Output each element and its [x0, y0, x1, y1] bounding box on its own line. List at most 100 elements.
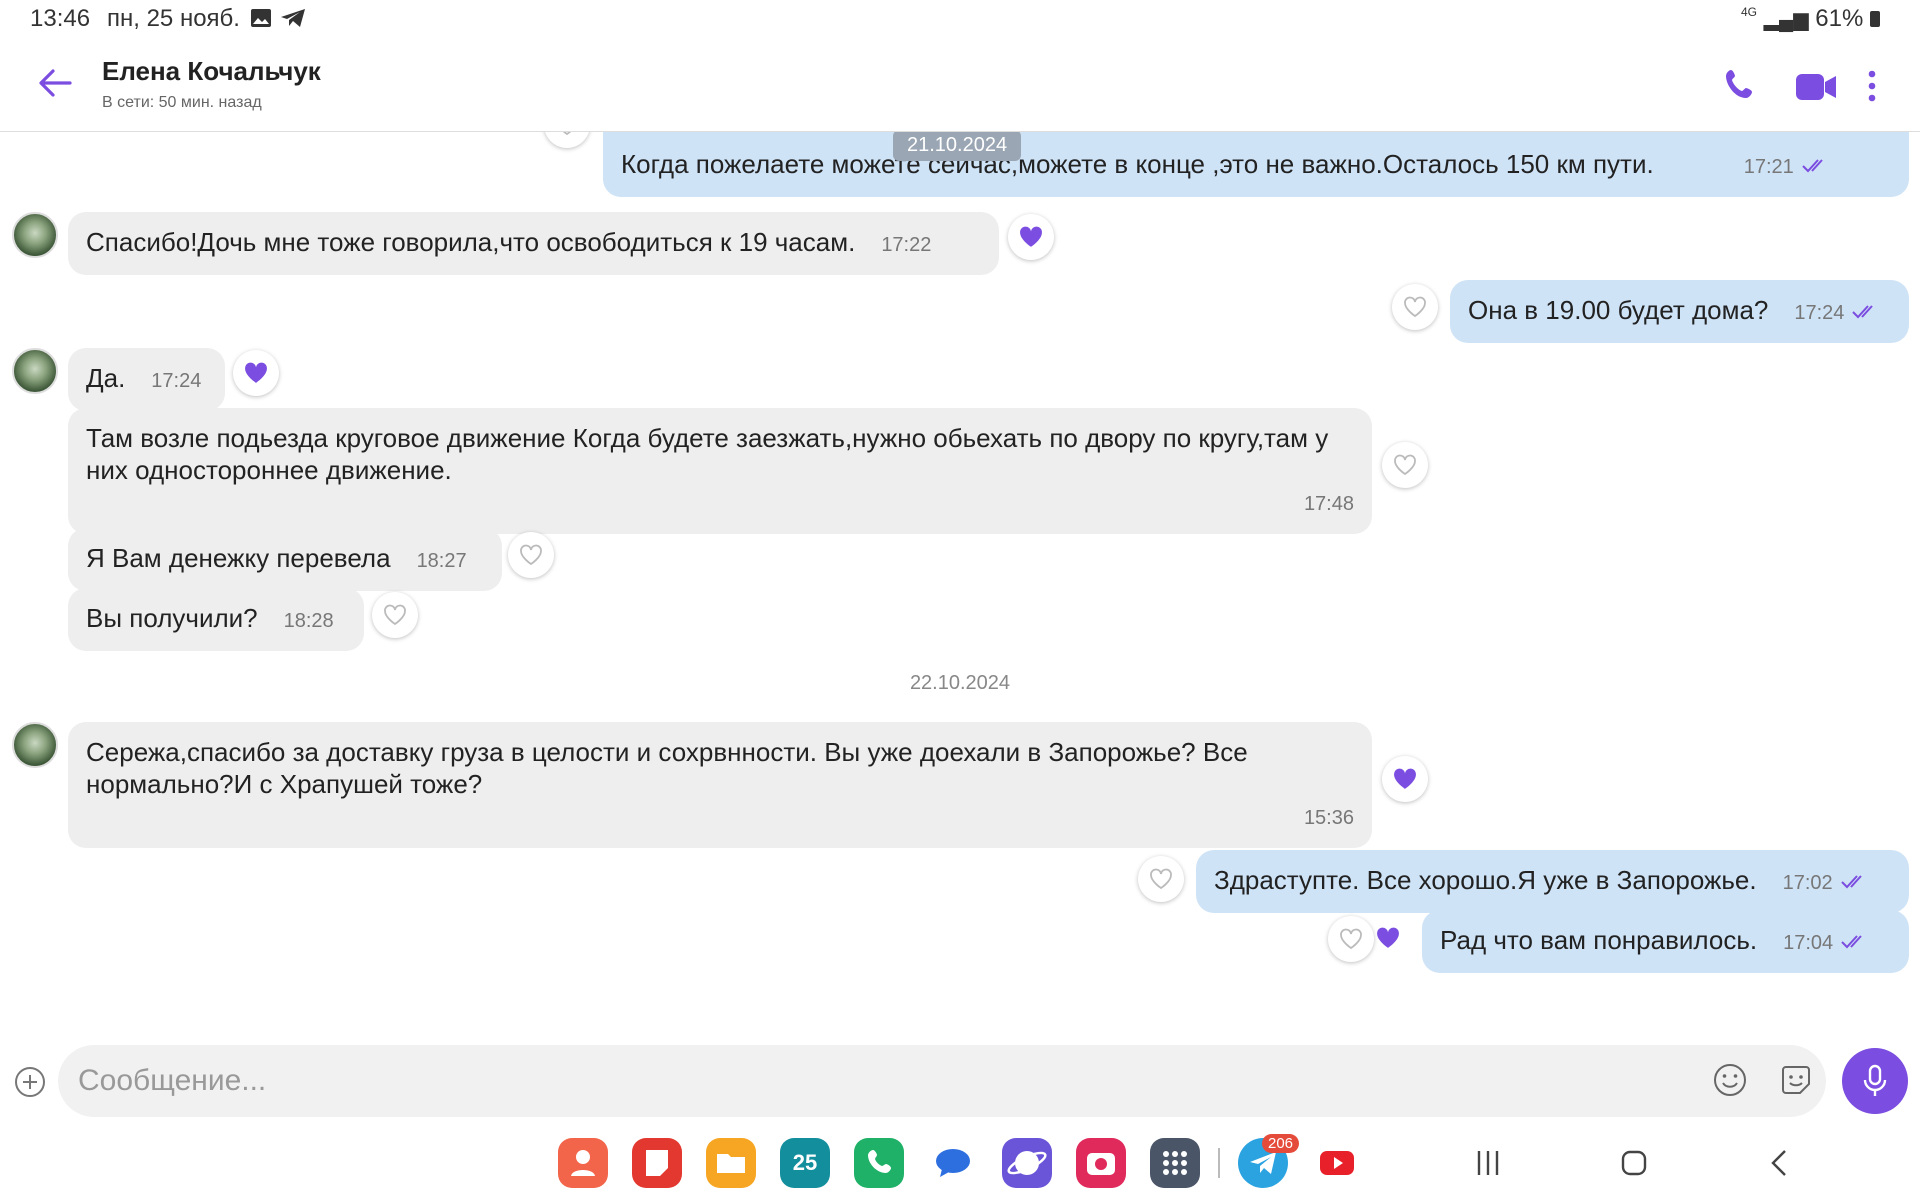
notes-app-icon[interactable]: [632, 1138, 682, 1188]
message-time: 17:04: [1783, 932, 1834, 954]
message-text: Когда пожелаете можете сейчас,можете в к…: [621, 149, 1654, 179]
message-text: Там возле подьезда круговое движение Ког…: [86, 423, 1329, 485]
phone-app-icon[interactable]: [854, 1138, 904, 1188]
contact-avatar[interactable]: [12, 212, 58, 258]
note-icon: [646, 1150, 668, 1176]
battery-icon: [1870, 11, 1880, 27]
heart-filled-icon: [1377, 927, 1399, 948]
message-time: 18:28: [283, 610, 334, 632]
message-text: Сережа,спасибо за доставку груза в целос…: [86, 737, 1248, 799]
contact-avatar[interactable]: [12, 722, 58, 768]
more-options-icon[interactable]: [1862, 66, 1882, 106]
contact-avatar[interactable]: [12, 348, 58, 394]
message-bubble-incoming[interactable]: Да. 17:24: [68, 348, 225, 411]
voice-message-button[interactable]: [1842, 1048, 1908, 1114]
like-button[interactable]: [544, 132, 590, 148]
contact-name[interactable]: Елена Кочальчук: [102, 56, 321, 87]
message-text: Рад что вам понравилось.: [1440, 925, 1758, 955]
chat-header: Елена Кочальчук В сети: 50 мин. назад: [0, 36, 1920, 132]
message-time: 17:02: [1782, 872, 1833, 894]
video-call-icon[interactable]: [1794, 66, 1838, 106]
message-time: 17:24: [151, 370, 202, 392]
like-button[interactable]: [1328, 916, 1374, 962]
contacts-app-icon[interactable]: [558, 1138, 608, 1188]
status-right: 4G ▂▄▆ 61%: [1741, 5, 1880, 33]
microphone-icon: [1863, 1064, 1887, 1096]
internet-app-icon[interactable]: [1002, 1138, 1052, 1188]
last-seen-status: В сети: 50 мин. назад: [102, 94, 262, 111]
home-icon[interactable]: [1616, 1148, 1652, 1178]
recent-apps-icon[interactable]: [1470, 1148, 1506, 1178]
add-attachment-icon[interactable]: [14, 1066, 46, 1098]
date-chip: 21.10.2024: [893, 132, 1022, 161]
message-bubble-incoming[interactable]: Я Вам денежку перевела 18:27: [68, 528, 502, 591]
network-label: 4G: [1740, 5, 1757, 19]
read-checkmark-icon: [1802, 159, 1823, 173]
like-button[interactable]: [233, 350, 279, 396]
dock-divider: [1218, 1148, 1220, 1178]
chat-bubble-icon: [936, 1149, 970, 1177]
message-time: 17:21: [1743, 156, 1794, 178]
read-checkmark-icon: [1852, 305, 1874, 319]
youtube-app-icon[interactable]: [1312, 1138, 1362, 1188]
status-bar: 13:46 пн, 25 нояб. 4G ▂▄▆ 61%: [0, 0, 1920, 36]
phone-call-icon[interactable]: [1722, 66, 1762, 106]
message-text: Вы получили?: [86, 603, 258, 633]
like-button[interactable]: [1138, 856, 1184, 902]
back-arrow-icon[interactable]: [38, 68, 72, 98]
like-button[interactable]: [1008, 214, 1054, 260]
gallery-icon: [251, 9, 271, 27]
message-bubble-incoming[interactable]: Там возле подьезда круговое движение Ког…: [68, 408, 1372, 534]
heart-outline-icon: [562, 132, 572, 136]
battery-level: 61%: [1815, 5, 1864, 32]
person-icon: [571, 1150, 595, 1176]
message-bubble-outgoing[interactable]: Здраступте. Все хорошо.Я уже в Запорожье…: [1196, 850, 1909, 913]
app-dock: 25 206: [0, 1126, 1920, 1200]
message-bubble-incoming[interactable]: Вы получили? 18:28: [68, 588, 364, 651]
heart-outline-icon: [520, 544, 542, 566]
message-bubble-outgoing[interactable]: Когда пожелаете можете сейчас,можете в к…: [603, 132, 1909, 197]
telegram-notification-icon: [281, 9, 305, 27]
message-bubble-outgoing[interactable]: Она в 19.00 будет дома? 17:24: [1450, 280, 1909, 343]
sticker-icon[interactable]: [1778, 1062, 1814, 1098]
telegram-unread-badge: 206: [1262, 1134, 1300, 1153]
like-button[interactable]: [1392, 284, 1438, 330]
status-time: 13:46: [30, 5, 91, 32]
signal-icon: ▂▄▆: [1763, 9, 1809, 31]
like-button[interactable]: [372, 592, 418, 638]
message-bubble-incoming[interactable]: Спасибо!Дочь мне тоже говорила,что освоб…: [68, 212, 999, 275]
message-bubble-incoming[interactable]: Сережа,спасибо за доставку груза в целос…: [68, 722, 1372, 848]
calendar-app-icon[interactable]: 25: [780, 1138, 830, 1188]
message-time: 17:48: [1303, 493, 1354, 515]
message-list[interactable]: 21.10.2024 Когда пожелаете можете сейчас…: [0, 132, 1920, 1042]
messages-app-icon[interactable]: [928, 1138, 978, 1188]
phone-icon: [868, 1150, 891, 1173]
heart-filled-icon: [1394, 768, 1416, 789]
message-time: 18:27: [416, 550, 467, 572]
message-input[interactable]: [58, 1045, 1826, 1117]
message-text: Я Вам денежку перевела: [86, 543, 391, 573]
heart-filled-icon: [245, 362, 267, 383]
like-button[interactable]: [1382, 442, 1428, 488]
message-text: Спасибо!Дочь мне тоже говорила,что освоб…: [86, 227, 856, 257]
emoji-icon[interactable]: [1712, 1062, 1748, 1098]
heart-outline-icon: [1404, 296, 1426, 318]
back-nav-icon[interactable]: [1762, 1148, 1798, 1178]
message-bubble-outgoing[interactable]: Рад что вам понравилось. 17:04: [1422, 910, 1909, 973]
folder-icon: [717, 1154, 745, 1173]
status-date: пн, 25 нояб.: [107, 5, 240, 32]
files-app-icon[interactable]: [706, 1138, 756, 1188]
play-icon: [1320, 1151, 1354, 1175]
like-button[interactable]: [508, 532, 554, 578]
heart-filled-icon: [1020, 226, 1042, 247]
like-button[interactable]: [1382, 756, 1428, 802]
heart-outline-icon: [1394, 454, 1416, 476]
message-time: 15:36: [1303, 807, 1354, 829]
grid-icon: [1163, 1151, 1187, 1175]
camera-app-icon[interactable]: [1076, 1138, 1126, 1188]
date-separator: 22.10.2024: [909, 672, 1011, 694]
planet-icon: [1007, 1151, 1047, 1175]
message-composer: [0, 1042, 1920, 1122]
heart-outline-icon: [1150, 868, 1172, 890]
app-drawer-icon[interactable]: [1150, 1138, 1200, 1188]
